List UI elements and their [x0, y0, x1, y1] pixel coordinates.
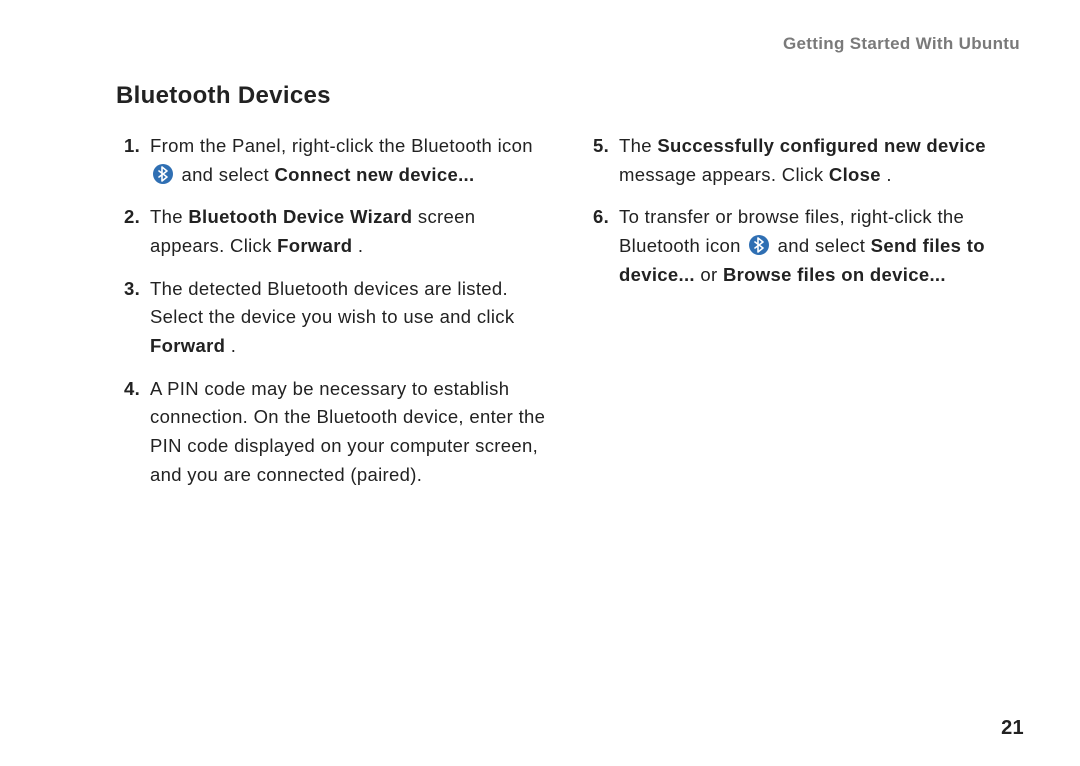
- list-item: 1. From the Panel, right-click the Bluet…: [124, 132, 555, 189]
- list-number: 5.: [593, 132, 619, 161]
- list-number: 4.: [124, 375, 150, 404]
- text: The: [619, 135, 657, 156]
- text: and select: [181, 164, 274, 185]
- bluetooth-icon: [153, 164, 173, 184]
- text: .: [358, 235, 363, 256]
- bold-text: Forward: [150, 335, 225, 356]
- list-body: The Successfully configured new device m…: [619, 132, 1024, 189]
- text: The: [150, 206, 188, 227]
- running-header: Getting Started With Ubuntu: [783, 34, 1020, 54]
- list-number: 1.: [124, 132, 150, 161]
- page-number: 21: [1001, 717, 1024, 740]
- list-body: A PIN code may be necessary to establish…: [150, 375, 555, 490]
- bold-text: Forward: [277, 235, 352, 256]
- list-item: 6. To transfer or browse files, right-cl…: [593, 203, 1024, 289]
- bluetooth-icon: [749, 235, 769, 255]
- list-item: 2. The Bluetooth Device Wizard screen ap…: [124, 203, 555, 260]
- text: .: [231, 335, 236, 356]
- list-item: 3. The detected Bluetooth devices are li…: [124, 275, 555, 361]
- column-left: 1. From the Panel, right-click the Bluet…: [124, 132, 555, 503]
- list-body: The Bluetooth Device Wizard screen appea…: [150, 203, 555, 260]
- list-item: 5. The Successfully configured new devic…: [593, 132, 1024, 189]
- list-body: The detected Bluetooth devices are liste…: [150, 275, 555, 361]
- text: A PIN code may be necessary to establish…: [150, 378, 545, 485]
- list-item: 4. A PIN code may be necessary to establ…: [124, 375, 555, 490]
- text: and select: [778, 235, 871, 256]
- list-number: 6.: [593, 203, 619, 232]
- text: or: [700, 264, 723, 285]
- list-body: To transfer or browse files, right-click…: [619, 203, 1024, 289]
- bold-text: Connect new device...: [274, 164, 474, 185]
- page: Getting Started With Ubuntu Bluetooth De…: [0, 0, 1080, 766]
- list-number: 3.: [124, 275, 150, 304]
- bold-text: Close: [829, 164, 881, 185]
- text: The detected Bluetooth devices are liste…: [150, 278, 514, 328]
- section-title: Bluetooth Devices: [116, 82, 1024, 110]
- column-right: 5. The Successfully configured new devic…: [593, 132, 1024, 503]
- bold-text: Bluetooth Device Wizard: [188, 206, 412, 227]
- bold-text: Successfully configured new device: [657, 135, 986, 156]
- list-body: From the Panel, right-click the Bluetoot…: [150, 132, 555, 189]
- content-columns: 1. From the Panel, right-click the Bluet…: [124, 132, 1024, 503]
- text: .: [886, 164, 891, 185]
- bold-text: Browse files on device...: [723, 264, 946, 285]
- list-number: 2.: [124, 203, 150, 232]
- text: From the Panel, right-click the Bluetoot…: [150, 135, 533, 156]
- text: message appears. Click: [619, 164, 829, 185]
